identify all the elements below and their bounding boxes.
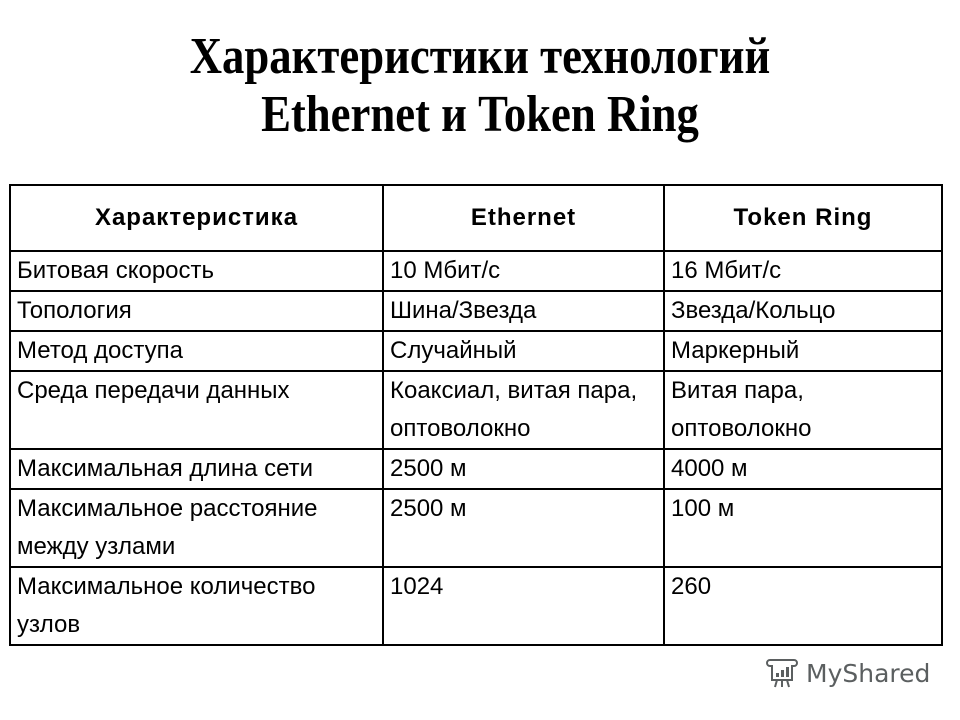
cell-token-ring: 260 [663,566,943,646]
header-token-ring: Token Ring [663,184,943,252]
cell-token-ring: Маркерный [663,330,943,372]
header-ethernet: Ethernet [382,184,665,252]
title-line-2: Ethernet и Token Ring [261,86,699,143]
logo-text: MyShared [806,658,931,688]
cell-token-ring: 100 м [663,488,943,568]
cell-token-ring: 4000 м [663,448,943,490]
cell-ethernet: Шина/Звезда [382,290,665,332]
header-characteristic: Характеристика [9,184,384,252]
cell-token-ring: Витая пара, оптоволокно [663,370,943,450]
cell-ethernet: 2500 м [382,448,665,490]
table-row: Максимальная длина сети 2500 м 4000 м [9,448,943,490]
table-row: Битовая скорость 10 Мбит/с 16 Мбит/с [9,250,943,292]
cell-ethernet: 10 Мбит/с [382,250,665,292]
cell-token-ring: 16 Мбит/с [663,250,943,292]
cell-characteristic: Среда передачи данных [9,370,384,450]
table-row: Среда передачи данных Коаксиал, витая па… [9,370,943,450]
cell-token-ring: Звезда/Кольцо [663,290,943,332]
cell-characteristic: Метод доступа [9,330,384,372]
cell-ethernet: 2500 м [382,488,665,568]
cell-characteristic: Битовая скорость [9,250,384,292]
cell-ethernet: Случайный [382,330,665,372]
cell-ethernet: 1024 [382,566,665,646]
presentation-board-icon [766,659,798,688]
table-row: Максимальное расстояние между узлами 250… [9,488,943,568]
comparison-table: Характеристика Ethernet Token Ring Битов… [9,184,943,646]
title-line-1: Характеристики технологий [189,28,771,85]
page-title: Характеристики технологий Ethernet и Tok… [67,28,893,144]
cell-characteristic: Максимальная длина сети [9,448,384,490]
table-row: Максимальное количество узлов 1024 260 [9,566,943,646]
table-header-row: Характеристика Ethernet Token Ring [9,184,943,252]
myshared-logo[interactable]: MyShared [766,657,930,689]
cell-ethernet: Коаксиал, витая пара, оптоволокно [382,370,665,450]
cell-characteristic: Максимальное количество узлов [9,566,384,646]
table-row: Топология Шина/Звезда Звезда/Кольцо [9,290,943,332]
cell-characteristic: Максимальное расстояние между узлами [9,488,384,568]
table-row: Метод доступа Случайный Маркерный [9,330,943,372]
cell-characteristic: Топология [9,290,384,332]
